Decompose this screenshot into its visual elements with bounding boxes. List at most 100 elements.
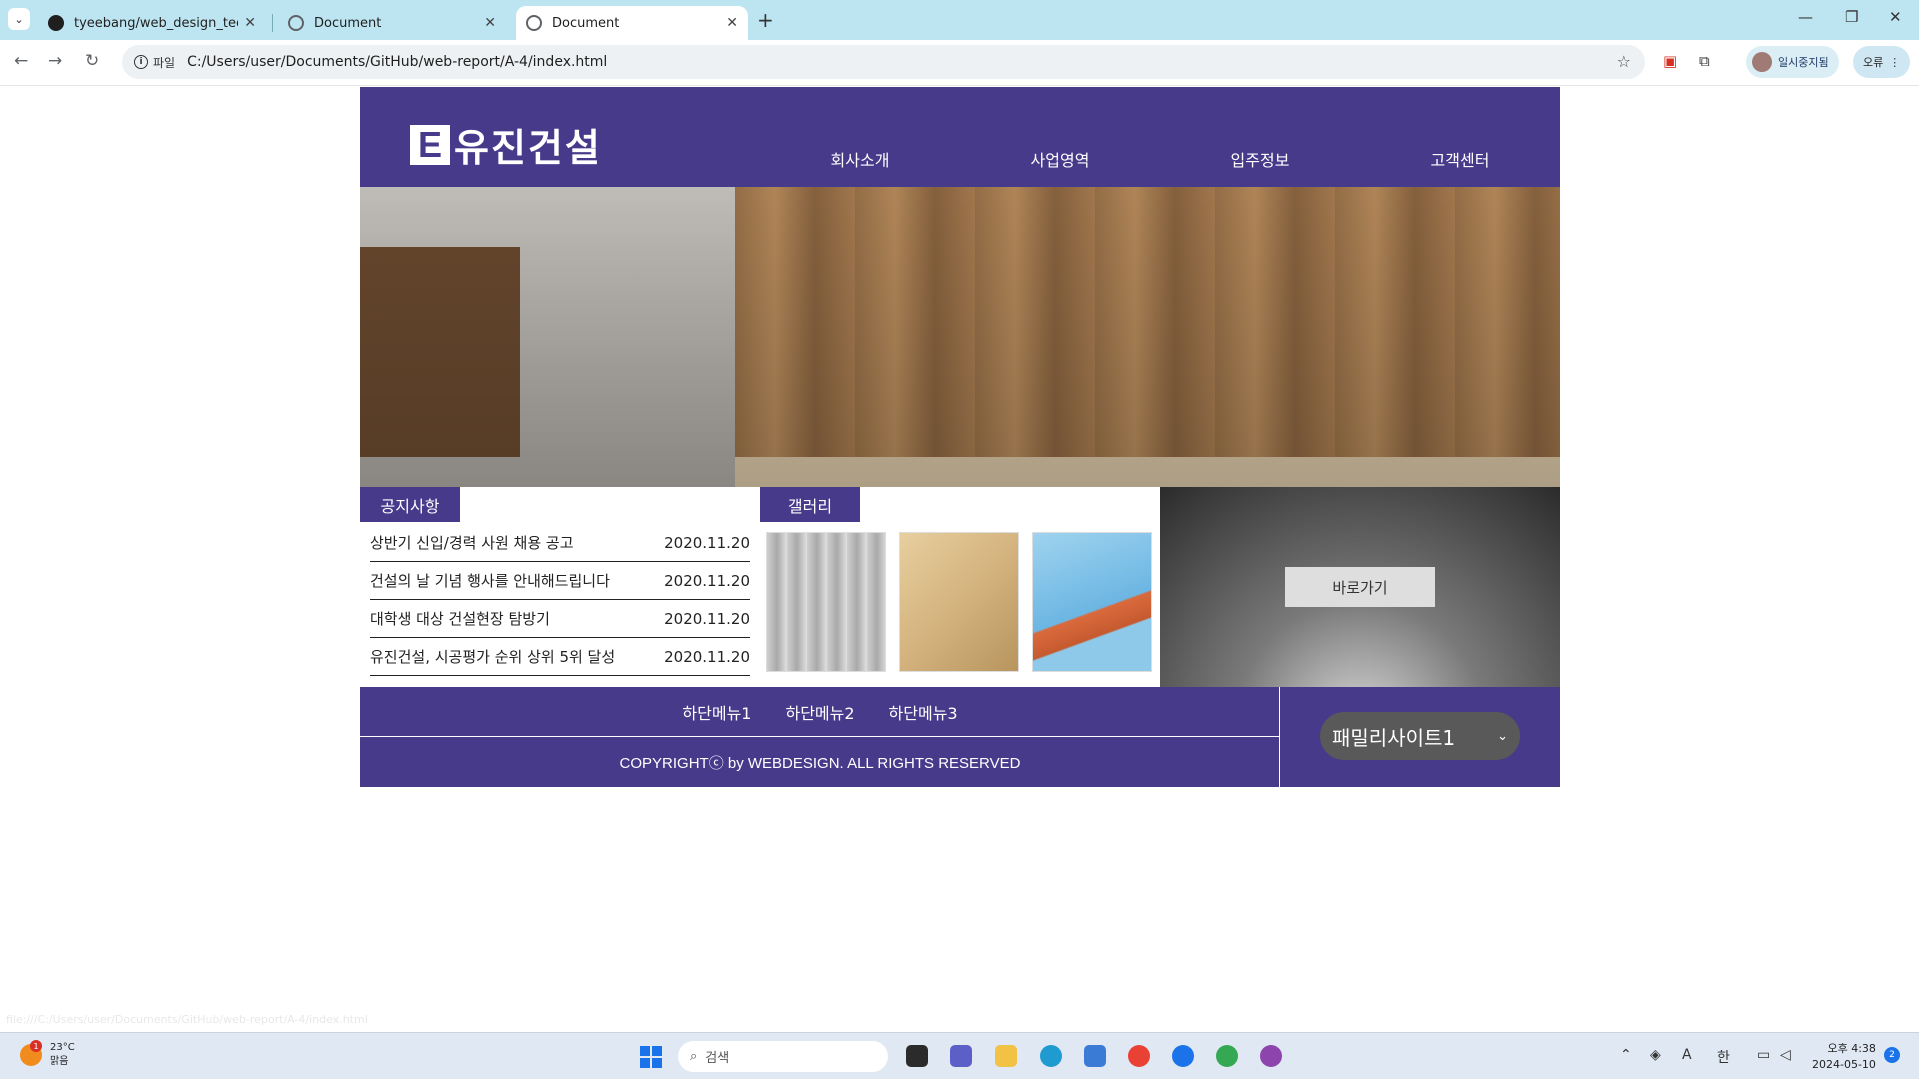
tab-document-active[interactable]: Document ✕ [516, 6, 748, 40]
notice-title[interactable]: 대학생 대상 건설현장 탐방기 [370, 608, 550, 629]
gallery-thumb-arcade[interactable] [766, 532, 886, 672]
copyright: COPYRIGHTⓒ by WEBDESIGN. ALL RIGHTS RESE… [619, 754, 1021, 772]
gallery-thumb-workers[interactable] [899, 532, 1019, 672]
weather-widget[interactable]: 1 23°C 맑음 [20, 1040, 75, 1069]
notice-list: 상반기 신입/경력 사원 채용 공고 2020.11.20 건설의 날 기념 행… [370, 524, 750, 676]
gallery-tab[interactable]: 갤러리 [760, 487, 860, 522]
address-scheme-label: 파일 [153, 55, 176, 70]
profile-button[interactable]: 일시중지됨 [1746, 46, 1839, 78]
footer-menu-item-2[interactable]: 하단메뉴2 [785, 700, 854, 724]
nav-item-business[interactable]: 사업영역 [960, 147, 1160, 171]
chevron-down-icon: ⌄ [1497, 728, 1508, 744]
clock[interactable]: 오후 4:38 2024-05-10 [1812, 1041, 1876, 1073]
taskbar-search[interactable]: ⌕ 검색 [678, 1041, 888, 1072]
error-menu-button[interactable]: 오류 ⋮ [1853, 46, 1911, 78]
ime-indicator[interactable]: 한 [1717, 1047, 1730, 1067]
logo[interactable]: E 유진건설 [410, 117, 602, 172]
search-icon: ⌕ [690, 1049, 698, 1064]
file-explorer-icon[interactable] [995, 1045, 1017, 1067]
volume-icon[interactable]: ◁ [1780, 1047, 1791, 1063]
chrome-icon[interactable] [1128, 1045, 1150, 1067]
notice-title[interactable]: 유진건설, 시공평가 순위 상위 5위 달성 [370, 646, 615, 667]
footer-menu-item-1[interactable]: 하단메뉴1 [682, 700, 751, 724]
notice-date: 2020.11.20 [664, 533, 750, 552]
footer-menu-item-3[interactable]: 하단메뉴3 [889, 700, 958, 724]
gallery-thumbnails [766, 532, 1165, 672]
weather-text: 23°C 맑음 [50, 1041, 75, 1069]
tab-search-button[interactable]: ⌄ [8, 8, 30, 30]
close-icon[interactable]: ✕ [484, 15, 496, 31]
notification-badge[interactable]: 2 [1884, 1047, 1900, 1063]
hero-overlay [360, 187, 1560, 487]
reload-icon[interactable]: ↻ [85, 51, 99, 71]
taskbar-search-placeholder: 검색 [705, 1051, 730, 1066]
browser-toolbar: ← → ↻ i 파일 C:/Users/user/Documents/GitHu… [0, 40, 1919, 86]
close-icon[interactable]: ✕ [244, 15, 256, 31]
tab-document-1[interactable]: Document ✕ [278, 6, 506, 40]
family-site-value: 패밀리사이트1 [1332, 725, 1456, 750]
profile-label: 일시중지됨 [1778, 56, 1829, 69]
info-icon[interactable]: i [134, 55, 148, 69]
tab-github[interactable]: tyeebang/web_design_technic ✕ [38, 6, 266, 40]
gallery-thumb-crane[interactable] [1032, 532, 1152, 672]
browser-tab-strip: ⌄ tyeebang/web_design_technic ✕ Document… [0, 0, 1919, 40]
tab-title: Document [552, 15, 620, 31]
github-desktop-icon[interactable] [1260, 1045, 1282, 1067]
clock-date: 2024-05-10 [1812, 1058, 1876, 1071]
bookmark-star-icon[interactable]: ☆ [1617, 52, 1631, 71]
notice-item[interactable]: 유진건설, 시공평가 순위 상위 5위 달성 2020.11.20 [370, 638, 750, 676]
close-icon[interactable]: ✕ [726, 15, 738, 31]
new-tab-icon[interactable]: + [757, 8, 774, 32]
nav-item-support[interactable]: 고객센터 [1360, 147, 1560, 171]
shortcut-button[interactable]: 바로가기 [1285, 567, 1435, 607]
logo-mark: E [410, 124, 450, 165]
minimize-icon[interactable]: — [1798, 8, 1813, 26]
notice-item[interactable]: 건설의 날 기념 행사를 안내해드립니다 2020.11.20 [370, 562, 750, 600]
windows-start-icon[interactable] [640, 1046, 662, 1068]
font-icon[interactable]: A [1682, 1047, 1692, 1063]
task-view-icon[interactable] [906, 1045, 928, 1067]
site-footer: 하단메뉴1 하단메뉴2 하단메뉴3 COPYRIGHTⓒ by WEBDESIG… [360, 687, 1560, 787]
notice-tab[interactable]: 공지사항 [360, 487, 460, 522]
notice-item[interactable]: 상반기 신입/경력 사원 채용 공고 2020.11.20 [370, 524, 750, 562]
error-label: 오류 [1863, 56, 1884, 69]
window-close-icon[interactable]: ✕ [1889, 8, 1902, 26]
family-site-select[interactable]: 패밀리사이트1 ⌄ [1320, 712, 1520, 760]
address-bar[interactable]: i 파일 C:/Users/user/Documents/GitHub/web-… [122, 45, 1645, 79]
github-icon [48, 15, 64, 31]
notice-title[interactable]: 상반기 신입/경력 사원 채용 공고 [370, 532, 574, 553]
store-icon[interactable] [1084, 1045, 1106, 1067]
nav-item-company[interactable]: 회사소개 [760, 147, 960, 171]
footer-left: 하단메뉴1 하단메뉴2 하단메뉴3 COPYRIGHTⓒ by WEBDESIG… [360, 687, 1280, 787]
nav-item-residence[interactable]: 입주정보 [1160, 147, 1360, 171]
notice-item[interactable]: 대학생 대상 건설현장 탐방기 2020.11.20 [370, 600, 750, 638]
address-url[interactable]: C:/Users/user/Documents/GitHub/web-repor… [187, 54, 607, 70]
display-icon[interactable]: ▭ [1757, 1047, 1770, 1063]
network-icon[interactable]: ◈ [1650, 1047, 1661, 1063]
extension-red-icon[interactable]: ▣ [1663, 52, 1677, 70]
logo-text: 유진건설 [454, 126, 602, 170]
sun-icon: 1 [20, 1040, 42, 1066]
edge-icon[interactable] [1040, 1045, 1062, 1067]
back-arrow-icon[interactable]: ← [14, 51, 28, 71]
restore-icon[interactable]: ❐ [1845, 8, 1858, 26]
globe-icon [288, 15, 304, 31]
chrome-profile-icon[interactable] [1216, 1045, 1238, 1067]
clock-time: 오후 4:38 [1827, 1042, 1876, 1055]
tab-title: tyeebang/web_design_technic [74, 15, 238, 31]
taskbar: 1 23°C 맑음 ⌕ 검색 ⌃ ◈ A 한 ▭ ◁ 오후 4:38 2024-… [0, 1032, 1919, 1079]
globe-icon [526, 15, 542, 31]
notice-date: 2020.11.20 [664, 609, 750, 628]
teams-icon[interactable] [950, 1045, 972, 1067]
avatar [1752, 52, 1772, 72]
notice-title[interactable]: 건설의 날 기념 행사를 안내해드립니다 [370, 570, 610, 591]
forward-arrow-icon[interactable]: → [48, 51, 62, 71]
notice-date: 2020.11.20 [664, 647, 750, 666]
site-header: E 유진건설 회사소개 사업영역 입주정보 고객센터 [360, 87, 1560, 187]
extensions-puzzle-icon[interactable]: ⧉ [1699, 52, 1710, 70]
tab-title: Document [314, 15, 382, 31]
chevron-up-icon[interactable]: ⌃ [1620, 1047, 1632, 1063]
main-nav: 회사소개 사업영역 입주정보 고객센터 [760, 147, 1560, 171]
tab-separator [272, 14, 273, 32]
app-arrow-icon[interactable] [1172, 1045, 1194, 1067]
